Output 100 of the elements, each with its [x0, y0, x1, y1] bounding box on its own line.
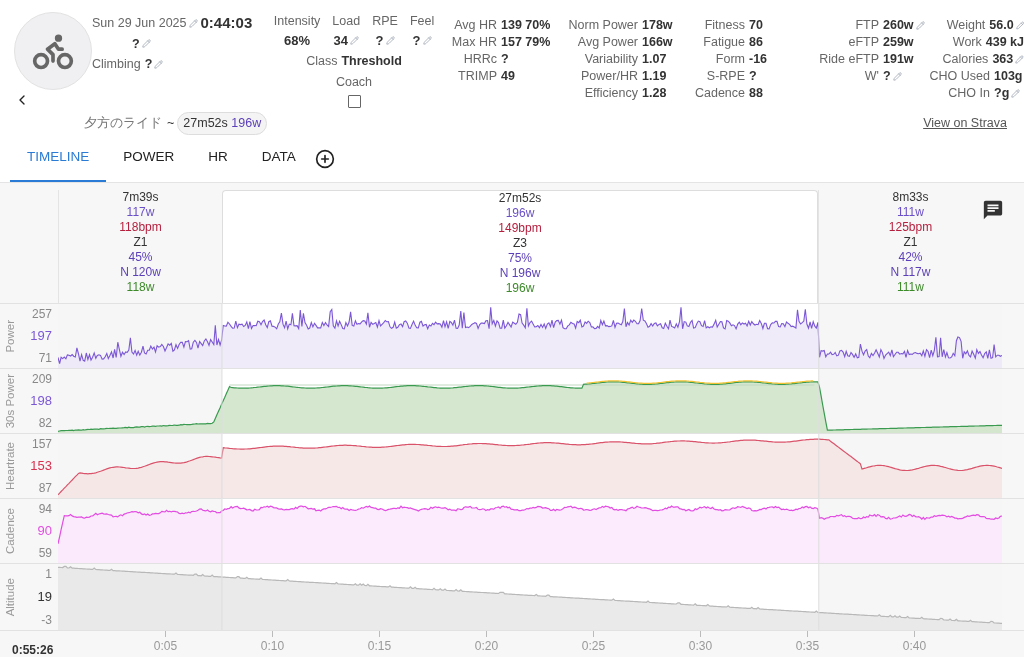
summary-label: Intensity — [273, 13, 321, 30]
interval-stat: 117w — [126, 205, 155, 220]
time-tick-label: 0:20 — [474, 638, 499, 655]
stat-label: CHO Used — [929, 68, 990, 86]
panel-title: Power — [3, 319, 18, 353]
summary-label: RPE — [372, 13, 398, 30]
tab[interactable]: HR — [191, 134, 245, 182]
comment-icon[interactable] — [982, 199, 1004, 221]
interval-stat: N 120w — [120, 265, 161, 280]
view-on-strava-link[interactable]: View on Strava — [923, 114, 1007, 133]
stat-label: Variability — [583, 51, 638, 69]
interval-stat: 111w — [897, 280, 924, 295]
interval-chip[interactable]: 27m52s 196w — [177, 112, 268, 135]
summary-label: Feel — [409, 13, 435, 30]
class-value: Threshold — [341, 53, 402, 71]
start-time-label: 0:55:26 — [11, 642, 55, 657]
pencil-icon[interactable] — [141, 39, 151, 49]
axis-tick-label: 82 — [38, 415, 52, 432]
stat-label: Ride eFTP — [818, 51, 879, 69]
stat-value: 191w — [883, 51, 914, 69]
climbing-value: ? — [144, 56, 153, 74]
stat-label: Cadence — [693, 85, 745, 103]
stat-label: Avg HR — [453, 17, 497, 35]
pencil-icon[interactable] — [892, 72, 902, 81]
time-tick-label: 0:15 — [367, 638, 392, 655]
time-tick-label: 0:25 — [581, 638, 606, 655]
stat-value: 86 — [749, 34, 763, 52]
stat-label: eFTP — [847, 34, 879, 52]
time-tick-label: 0:10 — [260, 638, 285, 655]
stat-value: 88 — [749, 85, 763, 103]
stat-value: 70 — [749, 17, 763, 35]
stat-label: TRIMP — [457, 68, 497, 86]
pencil-icon[interactable] — [1015, 55, 1024, 64]
stat-value: 1.19 — [642, 68, 667, 86]
axis-tick-label: 90 — [37, 522, 52, 541]
tab[interactable]: POWER — [106, 134, 192, 182]
add-tab-icon[interactable] — [314, 149, 335, 169]
tab[interactable]: DATA — [244, 134, 313, 182]
summary-label: Load — [332, 13, 361, 30]
pencil-icon[interactable] — [188, 18, 198, 28]
stat-label: CHO In — [947, 85, 990, 103]
axis-tick-label: 1 — [45, 566, 52, 583]
stat-value: -16 — [749, 51, 768, 69]
stat-value: 439 kJ — [985, 34, 1024, 52]
interval-stat: 7m39s — [122, 190, 159, 205]
stat-label: Calories — [941, 51, 989, 69]
panel-title: Altitude — [3, 577, 18, 617]
interval-stat: Z1 — [133, 235, 148, 250]
coach-label: Coach — [335, 74, 373, 91]
stat-value: 178w — [642, 17, 673, 35]
interval-stat: 196w — [505, 281, 535, 296]
climbing-label: Climbing — [92, 56, 141, 74]
panel-title: Heartrate — [3, 442, 18, 490]
stat-label: HRRc — [462, 51, 497, 69]
class-label: Class — [306, 53, 338, 71]
stat-value: 103g — [994, 68, 1023, 86]
activity-date[interactable]: Sun 29 Jun 2025 — [92, 13, 187, 33]
summary-value: 34 — [333, 31, 348, 50]
panel-title: 30s Power — [3, 373, 18, 429]
interval-stat: 8m33s — [892, 190, 929, 205]
time-tick-label: 0:40 — [902, 638, 927, 655]
time-tick-label: 0:30 — [688, 638, 713, 655]
pencil-icon[interactable] — [350, 36, 359, 45]
time-tick-label: 0:05 — [153, 638, 178, 655]
axis-tick-label: 157 — [31, 436, 52, 453]
axis-tick-label: 153 — [30, 457, 52, 476]
axis-tick-label: 197 — [30, 327, 52, 346]
stat-label: Power/HR — [580, 68, 638, 86]
pencil-icon[interactable] — [385, 36, 395, 45]
stat-value: 1.28 — [642, 85, 667, 103]
interval-stat: 75% — [508, 251, 532, 266]
stat-label: Max HR — [450, 34, 497, 52]
pencil-icon[interactable] — [422, 36, 432, 45]
activity-name[interactable]: 夕方のライド — [84, 114, 162, 133]
activity-duration: 0:44:03 — [200, 13, 253, 33]
interval-stat: 196w — [505, 206, 535, 221]
stat-value: 56.0 — [989, 17, 1014, 35]
coach-checkbox[interactable] — [347, 94, 361, 108]
interval-summary[interactable]: 27m52s 196w 149bpm Z3 75% N 196w 196w — [222, 190, 818, 303]
stat-value: 259w — [883, 34, 914, 52]
pencil-icon[interactable] — [1011, 89, 1021, 98]
stat-label: Weight — [945, 17, 986, 35]
stat-value: 139 70% — [501, 17, 551, 35]
stat-value: ? — [749, 68, 757, 86]
panel-title: Cadence — [3, 507, 18, 554]
pencil-icon[interactable] — [154, 60, 164, 70]
stat-value: 157 79% — [501, 34, 551, 52]
pencil-icon[interactable] — [915, 21, 925, 30]
stat-value: 260w — [883, 17, 914, 35]
stat-label: S-RPE — [705, 68, 745, 86]
summary-value: ? — [412, 31, 421, 50]
axis-tick-label: 87 — [38, 480, 52, 497]
stat-value: ? — [883, 68, 891, 86]
axis-tick-label: 59 — [38, 545, 52, 562]
stat-label: FTP — [854, 17, 879, 35]
pencil-icon[interactable] — [1015, 21, 1024, 30]
stat-value: 49 — [501, 68, 515, 86]
stat-value: ?g — [994, 85, 1010, 103]
separator-text: ~ — [167, 115, 175, 132]
interval-stat: N 117w — [890, 265, 931, 280]
